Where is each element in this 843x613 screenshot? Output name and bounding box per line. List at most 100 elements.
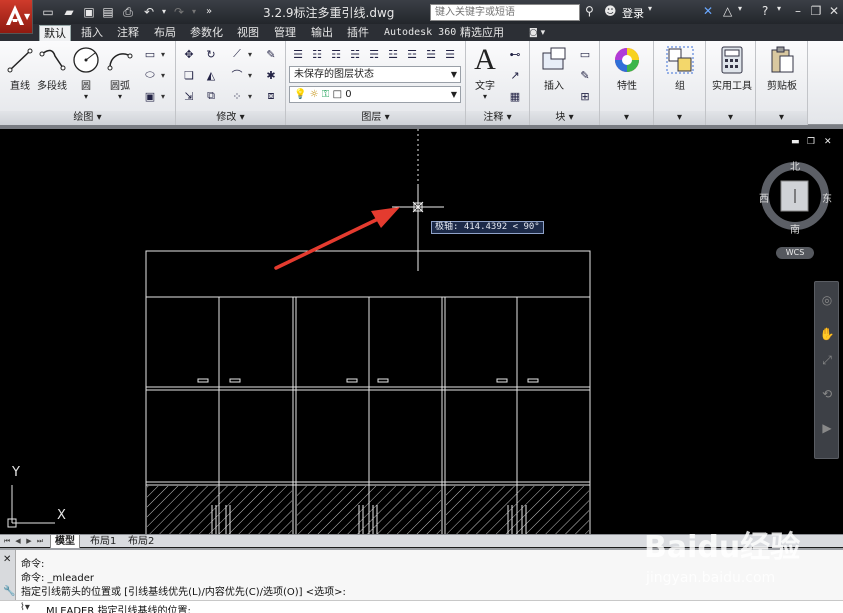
pan-hand-icon[interactable]: ✋ [819,326,835,342]
utilities-button[interactable]: 实用工具 [710,43,754,92]
edit-attributes-icon[interactable]: ⊞ [576,87,594,105]
help-dropdown-icon[interactable]: ▾ [777,4,781,13]
tab-view[interactable]: 视图 [233,25,263,41]
dimension-icon[interactable]: ⊷ [506,45,524,63]
layer-select[interactable]: 💡 ☼ ⚿ □ 0 ▼ [289,86,461,103]
gradient-dropdown-icon[interactable]: ▾ [161,92,165,101]
layer-state-select[interactable]: 未保存的图层状态 ▼ [289,66,461,83]
redo-icon[interactable]: ↷ [171,4,187,20]
groups-expand-icon[interactable]: ▾ [654,111,705,125]
previous-tab-icon[interactable]: ◀ [13,536,23,547]
arc-dropdown-icon[interactable]: ▾ [100,92,140,101]
minimize-button[interactable]: – [789,2,807,20]
command-icon[interactable]: ⌇▾ [20,602,30,613]
viewport-minimize-icon[interactable]: ▬ [791,137,800,147]
properties-expand-icon[interactable]: ▾ [600,111,653,125]
block-panel-title[interactable]: 块 ▾ [530,111,599,125]
layer-properties-icon[interactable]: ☰ [289,45,307,63]
steering-wheel-icon[interactable]: ◎ [819,292,835,308]
annotation-panel-title[interactable]: 注释 ▾ [466,111,529,125]
layer-freeze-icon[interactable]: ☳ [384,45,402,63]
clipboard-button[interactable]: 剪贴板 [760,43,804,92]
tab-manage[interactable]: 管理 [270,25,300,41]
redo-dropdown-icon[interactable]: ▾ [186,4,202,20]
close-icon[interactable]: ✕ [3,554,11,565]
gradient-icon[interactable]: ▣ [141,87,159,105]
compass-east-label[interactable]: 东 [822,190,832,205]
save-as-icon[interactable]: ▤ [100,4,116,20]
trim-icon[interactable]: ⟋ [228,45,246,63]
showmotion-icon[interactable]: ▶ [819,420,835,436]
text-button[interactable]: A 文字 ▾ [466,43,504,101]
tab-insert[interactable]: 插入 [77,25,107,41]
mirror-icon[interactable]: ◭ [202,66,220,84]
insert-block-button[interactable]: 插入 [532,43,576,92]
wcs-menu-button[interactable]: WCS [776,247,814,259]
fillet-icon[interactable]: ⌒ [228,66,246,84]
user-icon[interactable]: ☻ [604,4,617,18]
stretch-icon[interactable]: ⇲ [180,87,198,105]
compass-west-label[interactable]: 西 [759,190,769,205]
next-tab-icon[interactable]: ▶ [24,536,34,547]
fillet-dropdown-icon[interactable]: ▾ [248,71,252,80]
application-menu-button[interactable]: ▼ [0,0,33,34]
layer-off-icon[interactable]: ☲ [403,45,421,63]
undo-dropdown-icon[interactable]: ▾ [156,4,172,20]
utilities-expand-icon[interactable]: ▾ [706,111,755,125]
offset-icon[interactable]: ⧈ [262,87,280,105]
hatch-icon[interactable]: ⬭ [141,66,159,84]
viewport-close-icon[interactable]: ✕ [824,137,832,147]
binoculars-icon[interactable]: ⚲ [585,4,594,18]
tab-annotate[interactable]: 注释 [113,25,143,41]
ribbon-display-toggle-icon[interactable]: ◙ ▾ [525,25,549,41]
compass-north-label[interactable]: 北 [790,158,800,173]
tab-parametric[interactable]: 参数化 [186,25,227,41]
zoom-extents-icon[interactable]: ⤢ [819,352,835,368]
create-block-icon[interactable]: ▭ [576,45,594,63]
exchange-apps-icon[interactable]: ✕ [703,4,713,18]
tab-model[interactable]: 模型 [50,535,80,548]
layer-lock-icon[interactable]: ☱ [422,45,440,63]
open-folder-icon[interactable]: ▰ [61,4,77,20]
layer-isolate-icon[interactable]: ☵ [346,45,364,63]
help-icon[interactable]: ? [762,4,768,18]
text-dropdown-icon[interactable]: ▾ [466,92,504,101]
layer-unisolate-icon[interactable]: ☴ [365,45,383,63]
array-icon[interactable]: ⁘ [228,87,246,105]
scale-icon[interactable]: ⧉ [202,87,220,105]
clipboard-expand-icon[interactable]: ▾ [756,111,807,125]
last-tab-icon[interactable]: ⏭ [35,536,45,547]
explode-icon[interactable]: ✱ [262,66,280,84]
viewport-restore-icon[interactable]: ❐ [807,137,815,147]
erase-icon[interactable]: ✎ [262,45,280,63]
tab-featured-apps[interactable]: 精选应用 [456,25,508,41]
layer-previous-icon[interactable]: ☶ [327,45,345,63]
close-button[interactable]: ✕ [825,2,843,20]
tab-home[interactable]: 默认 [39,25,71,41]
tab-layout[interactable]: 布局 [150,25,180,41]
autodesk-a360-icon[interactable]: △ [723,4,732,18]
edit-block-icon[interactable]: ✎ [576,66,594,84]
copy-icon[interactable]: ❏ [180,66,198,84]
customize-toolbar-icon[interactable]: » [201,4,217,20]
tab-layout2[interactable]: 布局2 [124,535,158,548]
group-button[interactable]: 组 [659,43,701,92]
compass-south-label[interactable]: 南 [790,221,800,236]
save-icon[interactable]: ▣ [81,4,97,20]
draw-panel-title[interactable]: 绘图 ▾ [0,111,175,125]
search-input[interactable] [431,5,579,20]
move-icon[interactable]: ✥ [180,45,198,63]
tab-plugins[interactable]: 插件 [343,25,373,41]
layer-match-icon[interactable]: ☷ [308,45,326,63]
trim-dropdown-icon[interactable]: ▾ [248,50,252,59]
tab-output[interactable]: 输出 [307,25,337,41]
new-file-icon[interactable]: ▭ [40,4,56,20]
print-icon[interactable]: ⎙ [120,4,136,20]
layer-walk-icon[interactable]: ☰ [441,45,459,63]
login-dropdown-icon[interactable]: ▾ [648,4,652,13]
restore-button[interactable]: ❐ [807,2,825,20]
table-icon[interactable]: ▦ [506,87,524,105]
properties-button[interactable]: 特性 [605,43,649,92]
login-link[interactable]: 登录 [622,5,644,21]
a360-dropdown-icon[interactable]: ▾ [738,4,742,13]
